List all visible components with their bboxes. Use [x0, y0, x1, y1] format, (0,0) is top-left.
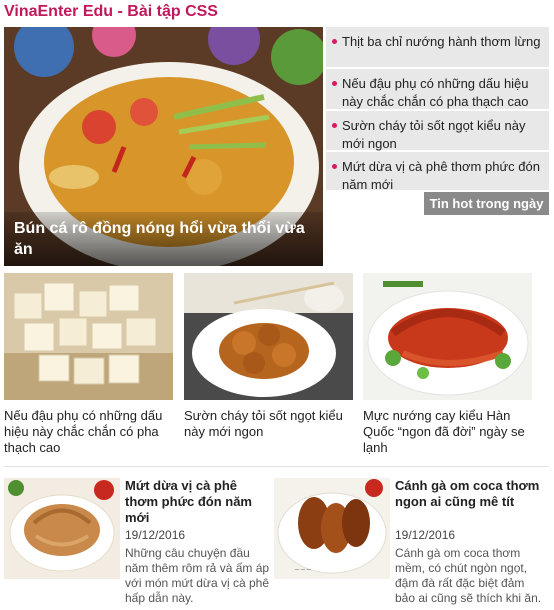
news-date: 19/12/2016 [395, 528, 456, 542]
news-description: Cánh gà om coca thơm mềm, có chút ngòn n… [395, 546, 542, 605]
hot-news-panel: Thịt ba chỉ nướng hành thơm lừng Nếu đậu… [326, 27, 549, 192]
news-article-title[interactable]: Cánh gà om coca thơm ngon ai cũng mê tít [395, 478, 540, 510]
tofu-image[interactable] [4, 273, 173, 400]
hot-news-item[interactable]: Mứt dừa vị cà phê thơm phức đón năm mới [326, 152, 549, 192]
news-description: Những câu chuyện đầu năm thêm rôm rả và … [125, 546, 270, 605]
section-divider [4, 466, 549, 467]
hot-news-item[interactable]: Sườn cháy tỏi sốt ngọt kiểu này mới ngon [326, 111, 549, 152]
svg-text:~~~: ~~~ [294, 566, 312, 574]
hot-news-item[interactable]: Thịt ba chỉ nướng hành thơm lừng [326, 27, 549, 69]
featured-article[interactable]: Bún cá rô đồng nóng hổi vừa thổi vừa ăn [4, 27, 323, 266]
grid-article-title[interactable]: Nếu đậu phụ có những dấu hiệu này chắc c… [4, 408, 173, 456]
hot-news-tab-label[interactable]: Tin hot trong ngày [424, 192, 549, 215]
grid-article-title[interactable]: Sườn cháy tỏi sốt ngọt kiểu này mới ngon [184, 408, 353, 440]
grid-article-card[interactable]: Nếu đậu phụ có những dấu hiệu này chắc c… [4, 273, 173, 456]
grid-article-card[interactable]: Mực nướng cay kiểu Hàn Quốc “ngon đã đời… [363, 273, 532, 456]
featured-article-title[interactable]: Bún cá rô đồng nóng hổi vừa thổi vừa ăn [4, 212, 323, 266]
site-title: VinaEnter Edu - Bài tập CSS [4, 3, 218, 20]
news-date: 19/12/2016 [125, 528, 186, 542]
chicken-wings-image[interactable]: ~~~ [274, 478, 390, 579]
coconut-jam-image[interactable] [4, 478, 120, 579]
squid-image[interactable] [363, 273, 532, 400]
ribs-image[interactable] [184, 273, 353, 400]
grid-article-title[interactable]: Mực nướng cay kiểu Hàn Quốc “ngon đã đời… [363, 408, 532, 456]
news-article-title[interactable]: Mứt dừa vị cà phê thơm phức đón năm mới [125, 478, 270, 526]
hot-news-item[interactable]: Nếu đậu phụ có những dấu hiệu này chắc c… [326, 69, 549, 111]
grid-article-card[interactable]: Sườn cháy tỏi sốt ngọt kiểu này mới ngon [184, 273, 353, 440]
